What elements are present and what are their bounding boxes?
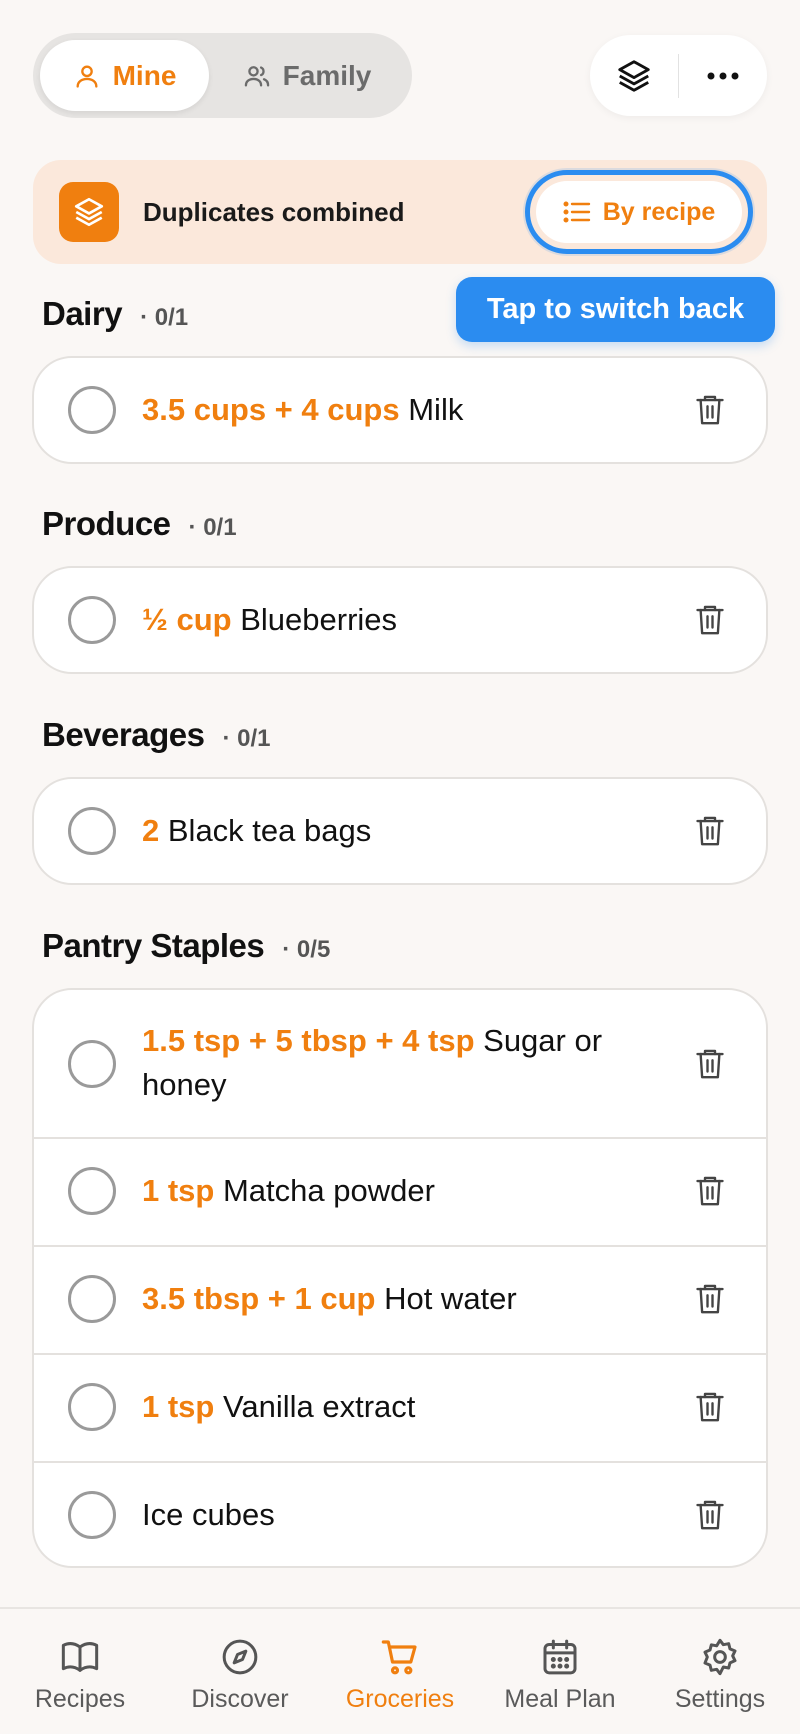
tab-label: Recipes [34, 1685, 126, 1713]
segment-family-label: Family [282, 59, 372, 91]
list-item[interactable]: 2 Black tea bags [34, 779, 766, 883]
item-quantity: 3.5 tbsp + 1 cup [142, 1281, 376, 1316]
by-recipe-label: By recipe [602, 197, 716, 226]
trash-icon[interactable] [694, 392, 726, 428]
compass-icon [222, 1639, 258, 1675]
banner-text: Duplicates combined [143, 197, 405, 227]
list-item[interactable]: 3.5 cups + 4 cups Milk [34, 358, 766, 462]
item-name: Vanilla extract [222, 1389, 416, 1424]
layers-badge-icon [59, 182, 119, 242]
section-header-pantry: Pantry Staples · 0/5 [42, 927, 330, 965]
section-card-dairy: 3.5 cups + 4 cups Milk [32, 356, 768, 464]
trash-icon[interactable] [694, 813, 726, 849]
segment-mine-label: Mine [112, 59, 177, 91]
item-quantity: ½ cup [142, 602, 232, 637]
trash-icon[interactable] [694, 1497, 726, 1533]
section-count: · 0/1 [140, 304, 189, 331]
tab-label: Settings [674, 1685, 766, 1713]
item-checkbox[interactable] [68, 596, 116, 644]
item-name: Hot water [384, 1281, 517, 1316]
tab-label: Discover [191, 1685, 289, 1713]
item-checkbox[interactable] [68, 1040, 116, 1088]
section-header-produce: Produce · 0/1 [42, 505, 237, 543]
item-quantity: 1.5 tsp + 5 tbsp + 4 tsp [142, 1023, 475, 1058]
tab-discover[interactable]: Discover [160, 1609, 320, 1734]
tab-meal-plan[interactable]: Meal Plan [480, 1609, 640, 1734]
section-title: Produce [42, 505, 171, 542]
segment-family[interactable]: Family [209, 40, 405, 111]
calendar-icon [543, 1639, 577, 1675]
section-count: · 0/5 [282, 936, 331, 963]
item-checkbox[interactable] [68, 386, 116, 434]
section-card-pantry: 1.5 tsp + 5 tbsp + 4 tsp Sugar or honey … [32, 988, 768, 1568]
tab-recipes[interactable]: Recipes [0, 1609, 160, 1734]
item-name: Milk [408, 392, 464, 427]
item-text: 1 tsp Vanilla extract [142, 1385, 636, 1429]
item-checkbox[interactable] [68, 1491, 116, 1539]
by-recipe-highlight: By recipe [525, 170, 753, 254]
section-count: · 0/1 [188, 514, 237, 541]
section-header-dairy: Dairy · 0/1 [42, 295, 188, 333]
layers-icon [618, 59, 650, 92]
item-text: ½ cup Blueberries [142, 598, 636, 642]
item-text: Ice cubes [142, 1493, 636, 1537]
list-item[interactable]: Ice cubes [34, 1461, 766, 1566]
trash-icon[interactable] [694, 1046, 726, 1082]
item-quantity: 3.5 cups + 4 cups [142, 392, 400, 427]
trash-icon[interactable] [694, 1281, 726, 1317]
bottom-tab-bar: Recipes Discover Groceries Meal Plan Set… [0, 1607, 800, 1734]
switch-back-tooltip: Tap to switch back [456, 277, 775, 342]
list-icon [563, 201, 590, 223]
section-card-beverages: 2 Black tea bags [32, 777, 768, 885]
list-item[interactable]: ½ cup Blueberries [34, 568, 766, 672]
header-actions [590, 35, 767, 116]
item-text: 2 Black tea bags [142, 809, 636, 853]
trash-icon[interactable] [694, 1389, 726, 1425]
layers-button[interactable] [590, 35, 678, 116]
item-checkbox[interactable] [68, 807, 116, 855]
item-checkbox[interactable] [68, 1167, 116, 1215]
item-text: 1.5 tsp + 5 tbsp + 4 tsp Sugar or honey [142, 1019, 636, 1107]
item-text: 1 tsp Matcha powder [142, 1169, 636, 1213]
item-quantity: 2 [142, 813, 160, 848]
section-header-beverages: Beverages · 0/1 [42, 716, 270, 754]
trash-icon[interactable] [694, 1173, 726, 1209]
section-count: · 0/1 [222, 725, 271, 752]
item-quantity: 1 tsp [142, 1389, 215, 1424]
section-title: Dairy [42, 295, 123, 332]
more-button[interactable] [679, 35, 767, 116]
section-title: Pantry Staples [42, 927, 265, 964]
tab-label: Groceries [345, 1685, 455, 1713]
list-item[interactable]: 1 tsp Matcha powder [34, 1137, 766, 1245]
book-icon [61, 1642, 99, 1672]
list-item[interactable]: 1.5 tsp + 5 tbsp + 4 tsp Sugar or honey [34, 990, 766, 1137]
section-title: Beverages [42, 716, 205, 753]
people-icon [244, 65, 269, 87]
list-item[interactable]: 3.5 tbsp + 1 cup Hot water [34, 1245, 766, 1353]
item-name: Blueberries [240, 602, 398, 637]
item-text: 3.5 cups + 4 cups Milk [142, 388, 636, 432]
item-checkbox[interactable] [68, 1383, 116, 1431]
cart-icon [381, 1640, 417, 1675]
item-name: Matcha powder [222, 1173, 435, 1208]
duplicates-banner: Duplicates combined By recipe [33, 160, 767, 264]
top-bar: Mine Family [33, 33, 767, 118]
item-quantity: 1 tsp [142, 1173, 215, 1208]
item-checkbox[interactable] [68, 1275, 116, 1323]
owner-segmented-control: Mine Family [33, 33, 412, 118]
more-icon [707, 72, 739, 79]
item-name: Black tea bags [167, 813, 372, 848]
gear-icon [703, 1638, 737, 1676]
trash-icon[interactable] [694, 602, 726, 638]
tab-label: Meal Plan [504, 1685, 616, 1713]
segment-mine[interactable]: Mine [40, 40, 209, 111]
tab-groceries[interactable]: Groceries [320, 1609, 480, 1734]
list-item[interactable]: 1 tsp Vanilla extract [34, 1353, 766, 1461]
section-card-produce: ½ cup Blueberries [32, 566, 768, 674]
item-name: Ice cubes [142, 1497, 275, 1532]
tab-settings[interactable]: Settings [640, 1609, 800, 1734]
by-recipe-button[interactable]: By recipe [536, 181, 742, 243]
person-icon [76, 65, 98, 88]
item-text: 3.5 tbsp + 1 cup Hot water [142, 1277, 636, 1321]
